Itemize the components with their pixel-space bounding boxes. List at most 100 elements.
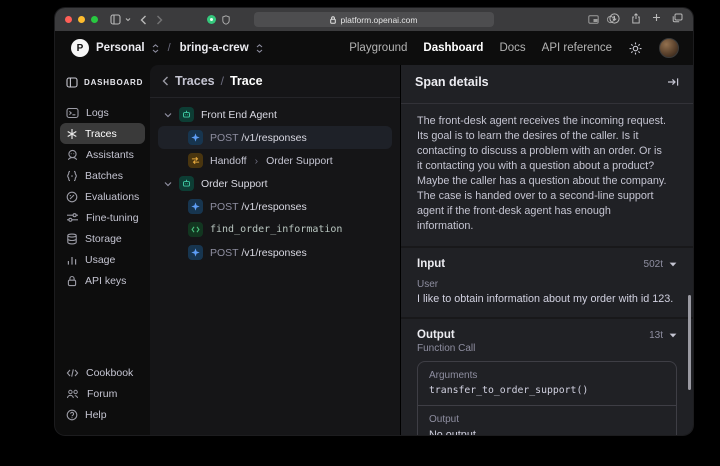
close-window-button[interactable] [65, 16, 72, 23]
nav-dashboard[interactable]: Dashboard [423, 42, 483, 54]
input-role: User [417, 279, 439, 290]
input-token-count: 502t [643, 258, 663, 270]
org-switcher[interactable]: Personal [96, 42, 145, 54]
tree-row-function-call[interactable]: find_order_information [158, 218, 392, 241]
org-avatar[interactable]: P [71, 39, 89, 57]
project-chevron-updown-icon[interactable] [256, 43, 263, 53]
output-label: Output [417, 329, 455, 341]
sidebar-item-traces[interactable]: Traces [60, 123, 145, 144]
sidebar-item-usage[interactable]: Usage [60, 249, 145, 270]
tab-overview-icon[interactable] [672, 13, 683, 24]
traffic-lights [65, 16, 98, 23]
sidebar-item-api-keys[interactable]: API keys [60, 270, 145, 291]
breadcrumb-traces-link[interactable]: Traces [175, 74, 215, 88]
url-text: platform.openai.com [340, 14, 418, 25]
input-section: Input 502t User I like to obtain informa… [401, 246, 693, 317]
sidebar-item-evaluations[interactable]: Evaluations [60, 186, 145, 207]
traces-icon [66, 128, 78, 140]
chevron-left-icon[interactable] [162, 76, 169, 86]
storage-icon [66, 233, 78, 245]
agent-description: The front-desk agent receives the incomi… [417, 115, 667, 232]
address-bar[interactable]: platform.openai.com [254, 12, 494, 27]
help-icon [66, 409, 78, 421]
logs-icon [66, 107, 79, 119]
share-icon[interactable] [631, 13, 641, 24]
nav-docs[interactable]: Docs [499, 42, 525, 54]
sidebar-item-assistants[interactable]: Assistants [60, 144, 145, 165]
sidebar-item-batches[interactable]: Batches [60, 165, 145, 186]
post-span-icon [188, 199, 203, 214]
browser-chrome: platform.openai.com [55, 8, 693, 31]
arguments-value: transfer_to_order_support() [429, 385, 589, 396]
sidebar-section-dashboard: DASHBOARD [60, 73, 145, 102]
cookbook-code-icon [66, 368, 79, 378]
tree-row-agent-front-end[interactable]: Front End Agent [158, 103, 392, 126]
forward-button[interactable] [156, 15, 163, 25]
sidebar-item-help[interactable]: Help [60, 404, 145, 425]
input-label: Input [417, 258, 446, 270]
sidebar-item-storage[interactable]: Storage [60, 228, 145, 249]
tree-row-post-2[interactable]: POST /v1/responses [158, 195, 392, 218]
forum-people-icon [66, 388, 80, 399]
agent-icon [179, 176, 194, 191]
usage-icon [66, 254, 78, 266]
extension-icon[interactable] [207, 15, 216, 24]
privacy-shield-icon[interactable] [222, 15, 230, 25]
minimize-window-button[interactable] [78, 16, 85, 23]
assistants-icon [66, 149, 79, 161]
nav-playground[interactable]: Playground [349, 42, 407, 54]
dashboard-panel-icon [66, 77, 78, 88]
collapse-panel-icon[interactable] [667, 77, 679, 87]
breadcrumb-current: Trace [229, 74, 263, 88]
nav-api-reference[interactable]: API reference [542, 42, 612, 54]
span-details-panel: Span details The front-desk agent receiv… [400, 65, 693, 435]
back-button[interactable] [140, 15, 147, 25]
picture-in-picture-icon[interactable] [588, 15, 599, 24]
evaluations-icon [66, 191, 78, 203]
panel-scrollbar[interactable] [688, 295, 691, 390]
handoff-icon [188, 153, 203, 168]
output-kind: Function Call [417, 343, 476, 354]
function-output-label: Output [429, 414, 460, 425]
sidebar-item-logs[interactable]: Logs [60, 102, 145, 123]
project-switcher[interactable]: bring-a-crew [180, 42, 249, 54]
fine-tuning-icon [66, 212, 79, 223]
tree-row-post-1[interactable]: POST /v1/responses [158, 126, 392, 149]
sidebar: DASHBOARD Logs Traces Assistants Batches… [55, 65, 150, 435]
agent-icon [179, 107, 194, 122]
arguments-label: Arguments [429, 370, 478, 381]
post-span-icon [188, 130, 203, 145]
tree-row-handoff[interactable]: Handoff › Order Support [158, 149, 392, 172]
user-avatar[interactable] [659, 38, 679, 58]
input-collapse-caret-icon[interactable] [669, 262, 677, 267]
downloads-icon[interactable] [609, 13, 620, 24]
output-collapse-caret-icon[interactable] [669, 333, 677, 338]
function-output-value: No output [429, 429, 476, 435]
sidebar-item-cookbook[interactable]: Cookbook [60, 362, 145, 383]
settings-gear-icon[interactable] [628, 41, 643, 56]
tree-row-post-3[interactable]: POST /v1/responses [158, 241, 392, 264]
new-tab-icon[interactable] [652, 13, 661, 24]
post-span-icon [188, 245, 203, 260]
span-details-title: Span details [415, 74, 489, 89]
org-chevron-updown-icon[interactable] [152, 43, 159, 53]
app-header: P Personal / bring-a-crew Playground Das… [55, 31, 693, 65]
browser-window: platform.openai.com P Personal / bring-a… [55, 8, 693, 435]
zoom-window-button[interactable] [91, 16, 98, 23]
sidebar-item-forum[interactable]: Forum [60, 383, 145, 404]
function-call-box: Arguments transfer_to_order_support() Ou… [417, 361, 677, 435]
input-message: I like to obtain information about my or… [417, 293, 674, 305]
function-tool-icon [188, 222, 203, 237]
tree-row-agent-order-support[interactable]: Order Support [158, 172, 392, 195]
sidebar-item-fine-tuning[interactable]: Fine-tuning [60, 207, 145, 228]
sidebar-toggle-icon[interactable] [110, 14, 131, 25]
output-section: Output 13t Function Call Arguments trans [401, 317, 693, 435]
collapse-caret-icon[interactable] [164, 181, 172, 187]
breadcrumb-separator: / [167, 42, 171, 54]
output-token-count: 13t [649, 329, 663, 341]
collapse-caret-icon[interactable] [164, 112, 172, 118]
api-keys-lock-icon [66, 275, 78, 287]
trace-breadcrumb: Traces / Trace [150, 65, 400, 98]
lock-icon [330, 15, 337, 24]
trace-tree-panel: Traces / Trace Front End Agent POST /v1/… [150, 65, 400, 435]
